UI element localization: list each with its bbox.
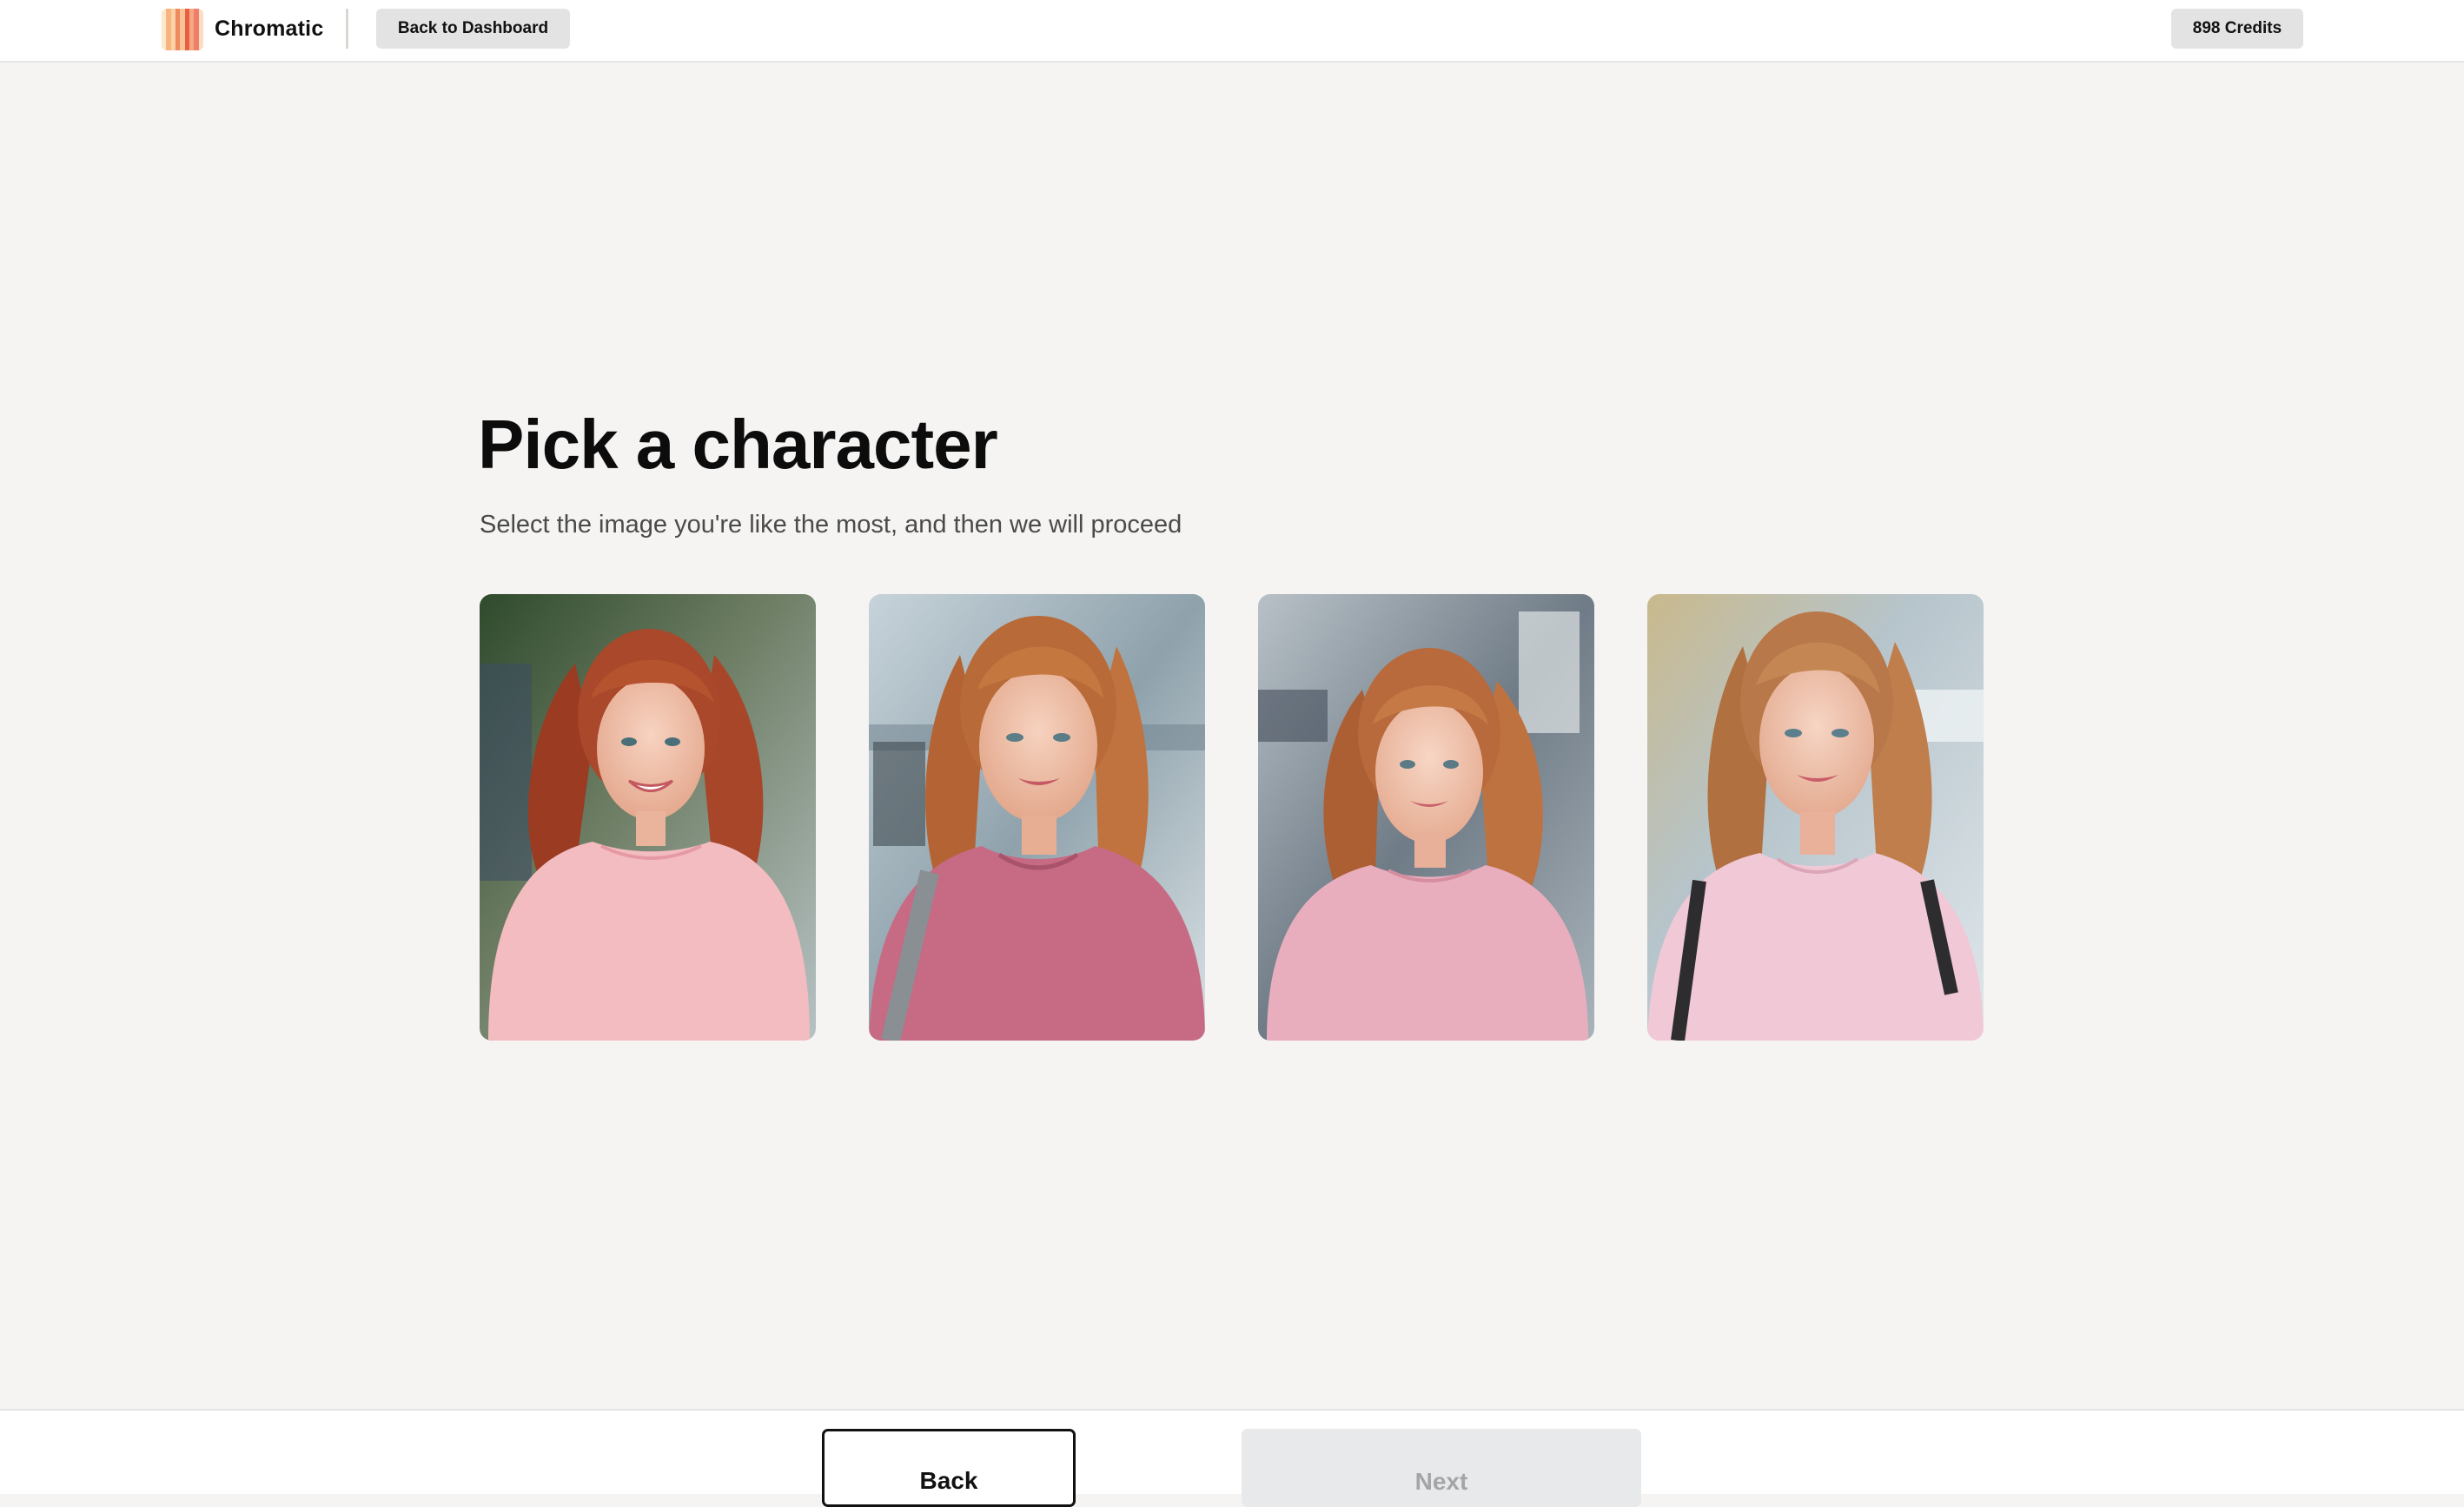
credits-button[interactable]: 898 Credits xyxy=(2171,9,2303,49)
footer-bar xyxy=(0,1409,2464,1494)
character-option-3[interactable] xyxy=(1258,594,1594,1041)
next-button[interactable]: Next xyxy=(1242,1429,1641,1507)
header-divider xyxy=(346,9,348,49)
character-option-4[interactable] xyxy=(1647,594,1984,1041)
chromatic-logo-icon[interactable] xyxy=(162,9,203,50)
character-option-1[interactable] xyxy=(480,594,816,1041)
character-image-4 xyxy=(1647,594,1984,1041)
top-header xyxy=(0,0,2464,63)
character-image-1 xyxy=(480,594,816,1041)
app-name: Chromatic xyxy=(215,17,324,41)
character-option-2[interactable] xyxy=(869,594,1205,1041)
page-title: Pick a character xyxy=(478,406,998,483)
back-to-dashboard-button[interactable]: Back to Dashboard xyxy=(376,9,570,49)
character-image-3 xyxy=(1258,594,1594,1041)
back-button[interactable]: Back xyxy=(822,1429,1076,1507)
page-subtitle: Select the image you're like the most, a… xyxy=(480,511,1182,539)
character-image-2 xyxy=(869,594,1205,1041)
